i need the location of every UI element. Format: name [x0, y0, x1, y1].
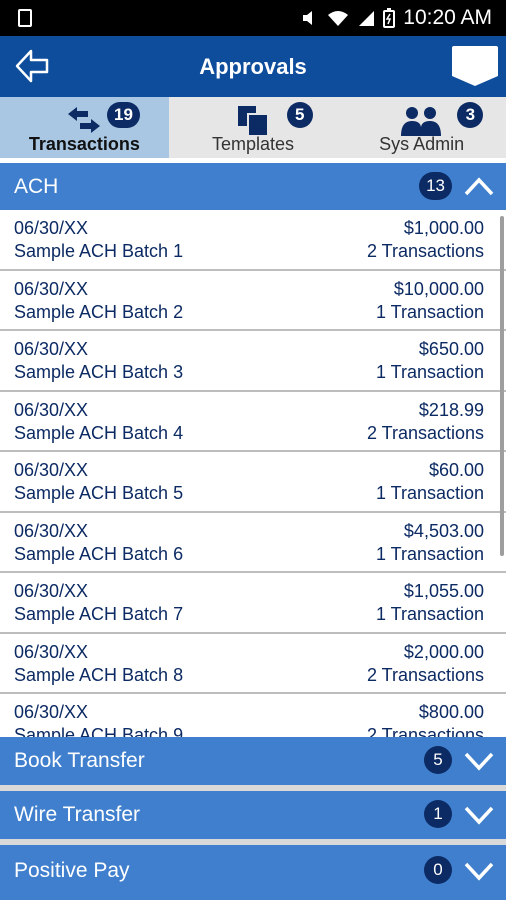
users-icon — [401, 107, 442, 136]
menu-flag-icon[interactable] — [452, 46, 498, 86]
chevron-up-icon[interactable] — [462, 170, 496, 204]
section-positive-pay[interactable]: Positive Pay 0 — [0, 845, 506, 900]
section-positive-badge: 0 — [424, 856, 452, 884]
section-book-badge: 5 — [424, 746, 452, 774]
item-date: 06/30/XX — [14, 339, 89, 359]
status-time: 10:20 AM — [403, 6, 492, 29]
item-date: 06/30/XX — [14, 218, 89, 238]
battery-icon — [383, 8, 396, 28]
list-item[interactable]: 06/30/XX Sample ACH Batch 1 $1,000.00 2 … — [0, 210, 506, 271]
list-item[interactable]: 06/30/XX Sample ACH Batch 7 $1,055.00 1 … — [0, 573, 506, 634]
chevron-down-icon[interactable] — [462, 854, 496, 888]
list-item[interactable]: 06/30/XX Sample ACH Batch 2 $10,000.00 1… — [0, 271, 506, 331]
item-name: Sample ACH Batch 7 — [14, 604, 184, 624]
wifi-icon — [328, 11, 349, 26]
section-wire-label: Wire Transfer — [14, 803, 141, 826]
device-icon — [18, 9, 32, 27]
tab-label-templates: Templates — [211, 134, 295, 154]
item-count: 2 Transactions — [366, 664, 484, 685]
item-amount: $60.00 — [428, 460, 484, 480]
tab-badge-transactions: 19 — [107, 102, 140, 128]
tab-label-sys-admin: Sys Admin — [379, 134, 465, 154]
status-bar: 10:20 AM — [0, 0, 506, 36]
item-name: Sample ACH Batch 3 — [14, 362, 184, 382]
chevron-down-icon[interactable] — [462, 798, 496, 832]
item-amount: $1,000.00 — [403, 218, 484, 238]
item-amount: $4,503.00 — [403, 520, 484, 541]
item-amount: $650.00 — [418, 339, 484, 359]
item-amount: $10,000.00 — [393, 278, 484, 299]
item-count: 2 Transactions — [366, 241, 484, 261]
item-date: 06/30/XX — [14, 702, 89, 722]
swap-arrows-icon — [68, 107, 100, 133]
section-wire-badge: 1 — [424, 800, 452, 828]
section-wire-transfer[interactable]: Wire Transfer 1 — [0, 791, 506, 839]
section-positive-label: Positive Pay — [14, 859, 130, 882]
item-name: Sample ACH Batch 8 — [14, 664, 184, 685]
section-ach-badge: 13 — [419, 172, 452, 200]
item-count: 2 Transactions — [366, 422, 484, 443]
app-bar: Approvals — [0, 36, 506, 97]
item-date: 06/30/XX — [14, 581, 89, 601]
item-date: 06/30/XX — [14, 460, 89, 480]
item-date: 06/30/XX — [14, 641, 89, 662]
tab-badge-templates: 5 — [286, 102, 313, 128]
item-count: 1 Transaction — [375, 483, 484, 503]
tab-bar: 19 Transactions 5 Templates 3 Sys Admin — [0, 97, 506, 158]
item-count: 1 Transaction — [375, 543, 484, 564]
list-item[interactable]: 06/30/XX Sample ACH Batch 4 $218.99 2 Tr… — [0, 392, 506, 452]
signal-icon — [359, 11, 375, 26]
section-ach-label: ACH — [14, 175, 59, 198]
list-item[interactable]: 06/30/XX Sample ACH Batch 9 $800.00 2 Tr… — [0, 694, 506, 737]
tab-sys-admin[interactable]: 3 Sys Admin — [337, 97, 506, 158]
item-amount: $800.00 — [418, 702, 484, 722]
item-count: 1 Transaction — [375, 301, 484, 322]
item-date: 06/30/XX — [14, 520, 89, 541]
item-name: Sample ACH Batch 1 — [14, 241, 184, 261]
tab-templates[interactable]: 5 Templates — [169, 97, 338, 158]
tab-label-transactions: Transactions — [28, 134, 140, 154]
item-name: Sample ACH Batch 9 — [14, 725, 184, 737]
item-name: Sample ACH Batch 4 — [14, 422, 184, 443]
list-item[interactable]: 06/30/XX Sample ACH Batch 5 $60.00 1 Tra… — [0, 452, 506, 513]
list-item[interactable]: 06/30/XX Sample ACH Batch 6 $4,503.00 1 … — [0, 513, 506, 573]
tab-transactions[interactable]: 19 Transactions — [0, 97, 169, 158]
item-amount: $1,055.00 — [403, 581, 484, 601]
section-ach[interactable]: ACH 13 — [0, 163, 506, 211]
item-name: Sample ACH Batch 2 — [14, 301, 184, 322]
section-book-label: Book Transfer — [14, 749, 145, 772]
item-amount: $2,000.00 — [403, 641, 484, 662]
ach-list: 06/30/XX Sample ACH Batch 1 $1,000.00 2 … — [0, 210, 506, 737]
volume-icon — [303, 11, 313, 25]
item-date: 06/30/XX — [14, 399, 89, 420]
item-date: 06/30/XX — [14, 278, 89, 299]
item-count: 2 Transactions — [366, 725, 484, 737]
item-count: 1 Transaction — [375, 362, 484, 382]
page-title: Approvals — [199, 54, 307, 79]
list-item[interactable]: 06/30/XX Sample ACH Batch 3 $650.00 1 Tr… — [0, 331, 506, 392]
tab-badge-sys-admin: 3 — [457, 102, 484, 128]
list-scrollbar[interactable] — [500, 216, 504, 556]
item-count: 1 Transaction — [375, 604, 484, 624]
item-name: Sample ACH Batch 5 — [14, 483, 184, 503]
item-amount: $218.99 — [418, 399, 484, 420]
section-book-transfer[interactable]: Book Transfer 5 — [0, 737, 506, 785]
chevron-down-icon[interactable] — [462, 744, 496, 778]
item-name: Sample ACH Batch 6 — [14, 543, 184, 564]
copy-icon — [237, 106, 269, 137]
status-icons: 10:20 AM — [301, 6, 492, 30]
list-item[interactable]: 06/30/XX Sample ACH Batch 8 $2,000.00 2 … — [0, 634, 506, 694]
